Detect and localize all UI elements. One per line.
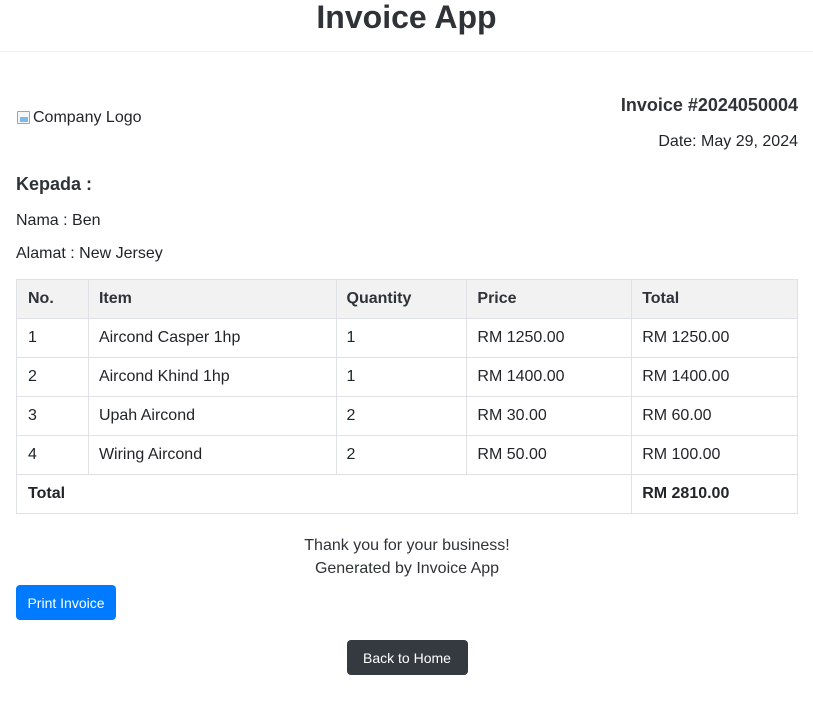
column-header-total: Total [631, 279, 798, 319]
app-header: Invoice App [0, 0, 813, 52]
cell-quantity: 2 [335, 435, 468, 475]
cell-no: 3 [16, 396, 89, 436]
cell-item: Aircond Casper 1hp [87, 318, 337, 358]
company-logo-alt-text: Company Logo [33, 109, 142, 126]
cell-price: RM 30.00 [466, 396, 633, 436]
invoice-top-row: Company Logo Invoice #2024050004 Date: M… [16, 94, 798, 151]
cell-no: 1 [16, 318, 89, 358]
invoice-meta: Invoice #2024050004 Date: May 29, 2024 [621, 94, 798, 151]
table-row: 4 Wiring Aircond 2 RM 50.00 RM 100.00 [16, 435, 798, 475]
recipient-name: Nama : Ben [16, 212, 101, 229]
column-header-no: No. [16, 279, 89, 319]
cell-price: RM 1250.00 [466, 318, 633, 358]
total-value: RM 2810.00 [631, 474, 798, 514]
total-label: Total [15, 474, 633, 514]
invoice-container: Company Logo Invoice #2024050004 Date: M… [0, 94, 813, 675]
cell-quantity: 1 [335, 318, 468, 358]
cell-price: RM 1400.00 [466, 357, 633, 397]
column-header-quantity: Quantity [335, 279, 468, 319]
cell-no: 4 [16, 435, 89, 475]
column-header-item: Item [87, 279, 337, 319]
recipient-address: Alamat : New Jersey [16, 245, 163, 262]
cell-total: RM 100.00 [631, 435, 798, 475]
cell-item: Wiring Aircond [87, 435, 337, 475]
invoice-footer-note: Thank you for your business! Generated b… [16, 534, 798, 580]
cell-quantity: 2 [335, 396, 468, 436]
table-total-row: Total RM 2810.00 [15, 474, 798, 514]
cell-quantity: 1 [335, 357, 468, 397]
invoice-date: Date: May 29, 2024 [658, 133, 798, 150]
cell-item: Aircond Khind 1hp [87, 357, 337, 397]
invoice-number: Invoice #2024050004 [620, 95, 798, 115]
broken-image-icon [16, 110, 32, 126]
table-row: 2 Aircond Khind 1hp 1 RM 1400.00 RM 1400… [16, 357, 798, 397]
column-header-price: Price [466, 279, 633, 319]
cell-item: Upah Aircond [87, 396, 337, 436]
cell-total: RM 1400.00 [631, 357, 798, 397]
print-invoice-button[interactable]: Print Invoice [16, 585, 116, 620]
table-header-row: No. Item Quantity Price Total [16, 279, 798, 319]
cell-price: RM 50.00 [466, 435, 633, 475]
recipient-heading: Kepada : [16, 174, 93, 194]
page-title: Invoice App [316, 0, 497, 35]
table-row: 1 Aircond Casper 1hp 1 RM 1250.00 RM 125… [16, 318, 798, 358]
home-button-wrap: Back to Home [16, 640, 798, 675]
company-logo: Company Logo [16, 109, 142, 127]
cell-total: RM 1250.00 [631, 318, 798, 358]
cell-total: RM 60.00 [631, 396, 798, 436]
generated-by-text: Generated by Invoice App [314, 560, 500, 577]
thanks-message: Thank you for your business! [304, 537, 510, 554]
back-to-home-button[interactable]: Back to Home [346, 640, 468, 675]
invoice-items-table: No. Item Quantity Price Total 1 Aircond … [15, 279, 798, 514]
cell-no: 2 [16, 357, 89, 397]
table-row: 3 Upah Aircond 2 RM 30.00 RM 60.00 [16, 396, 798, 436]
